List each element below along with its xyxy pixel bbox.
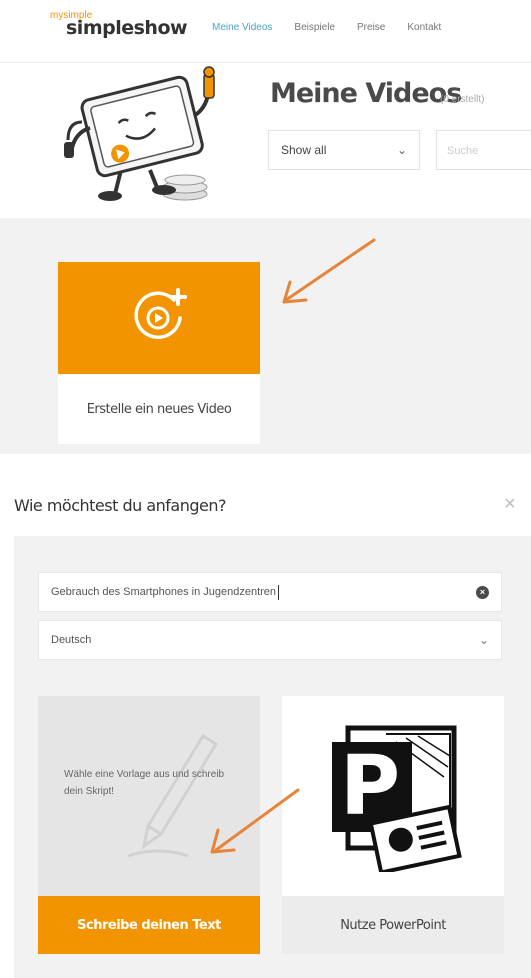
language-value: Deutsch: [51, 634, 92, 646]
powerpoint-button[interactable]: Nutze PowerPoint: [282, 896, 504, 954]
filter-select[interactable]: Show all ⌄: [268, 130, 420, 170]
language-select[interactable]: Deutsch ⌄: [38, 620, 502, 660]
topic-value: Gebrauch des Smartphones in Jugendzentre…: [51, 586, 277, 598]
text-cursor: [278, 584, 280, 600]
video-count: (0 erstellt): [440, 94, 485, 105]
main-nav: Meine Videos Beispiele Preise Kontakt: [212, 22, 441, 33]
option-description: Wähle eine Vorlage aus und schreib dein …: [64, 769, 225, 797]
close-icon[interactable]: ×: [504, 494, 516, 514]
nav-prices[interactable]: Preise: [357, 22, 385, 33]
top-section: mysimple simpleshow Meine Videos Beispie…: [0, 0, 531, 218]
brand-logo[interactable]: mysimple simpleshow: [48, 8, 188, 48]
option-write-text-body: Wähle eine Vorlage aus und schreib dein …: [38, 696, 260, 896]
clear-icon[interactable]: ×: [476, 586, 489, 599]
create-video-tile: [58, 262, 260, 374]
nav-contact[interactable]: Kontakt: [407, 22, 441, 33]
search-input[interactable]: Suche: [436, 130, 531, 170]
add-video-icon: [134, 288, 187, 339]
write-text-button[interactable]: Schreibe deinen Text: [38, 896, 260, 954]
nav-examples[interactable]: Beispiele: [294, 22, 335, 33]
header-divider: [0, 62, 531, 63]
page-title: Meine Videos: [270, 78, 462, 109]
create-video-label: Erstelle ein neues Video: [86, 401, 232, 417]
nav-my-videos[interactable]: Meine Videos: [212, 22, 272, 33]
option-powerpoint-body: P: [282, 696, 504, 896]
chevron-down-icon: ⌄: [396, 143, 407, 157]
dialog-title: Wie möchtest du anfangen?: [14, 496, 227, 515]
filter-value: Show all: [281, 143, 327, 157]
chevron-down-icon: ⌄: [478, 633, 489, 647]
option-write-text[interactable]: Wähle eine Vorlage aus und schreib dein …: [38, 696, 260, 954]
mascot-illustration: [64, 66, 215, 201]
create-video-card[interactable]: Erstelle ein neues Video: [58, 262, 260, 444]
option-powerpoint[interactable]: P Nutze PowerPoint: [282, 696, 504, 954]
topic-input[interactable]: Gebrauch des Smartphones in Jugendzentre…: [38, 572, 502, 612]
brand-prefix: mysimple: [50, 10, 93, 21]
powerpoint-icon: P: [332, 725, 462, 872]
